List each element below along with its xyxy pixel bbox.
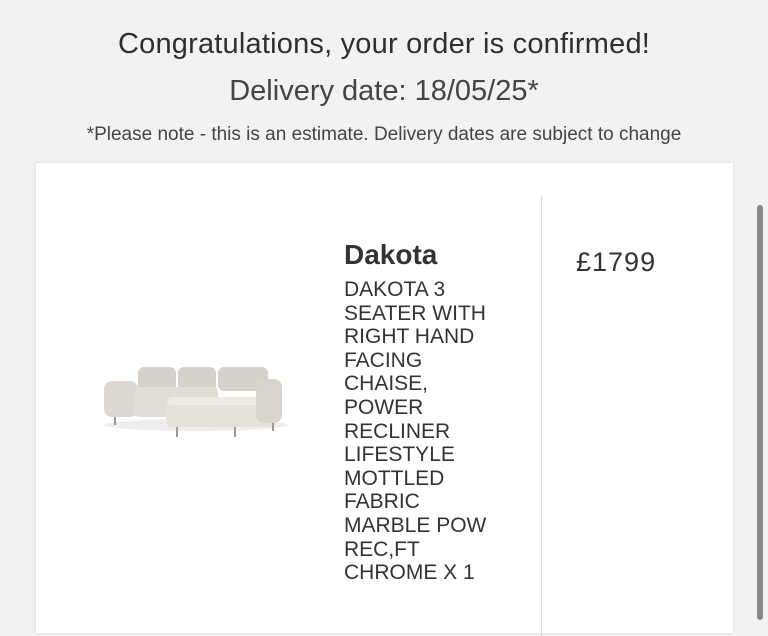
product-name: Dakota [344, 239, 438, 270]
confirmation-title: Congratulations, your order is confirmed… [117, 28, 651, 60]
scrollbar[interactable] [757, 205, 763, 620]
sofa-icon [104, 367, 288, 437]
order-item-card: Dakota DAKOTA 3 SEATER WITH RIGHT HAND F… [36, 163, 733, 636]
column-divider [541, 196, 542, 636]
delivery-date: Delivery date: 18/05/25* [229, 75, 539, 107]
product-description: DAKOTA 3 SEATER WITH RIGHT HAND FACING C… [344, 278, 487, 585]
product-image [96, 353, 296, 453]
order-confirmation-header: Congratulations, your order is confirmed… [0, 0, 768, 147]
delivery-note: *Please note - this is an estimate. Deli… [86, 124, 682, 145]
product-price: £1799 [576, 247, 657, 277]
